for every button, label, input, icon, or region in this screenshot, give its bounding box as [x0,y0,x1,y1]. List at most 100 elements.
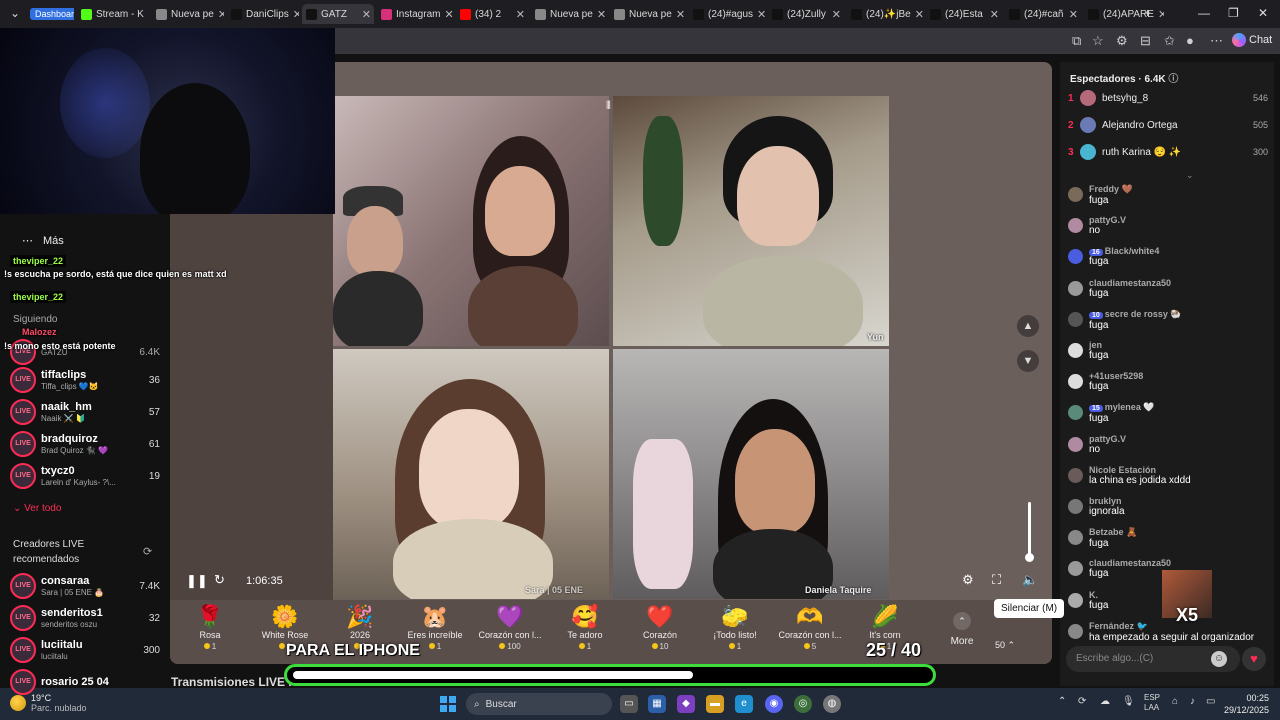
avatar[interactable] [1068,623,1083,639]
tab-menu-icon[interactable]: ⌄ [10,6,20,20]
browser-tab[interactable]: Dashboard [26,4,74,24]
heart-like-button[interactable]: ♥ [1242,647,1266,671]
gift-item[interactable]: 🥰 Te adoro 1 [549,600,621,664]
split-screen-icon[interactable]: ⊟ [1140,33,1151,49]
avatar[interactable] [1068,561,1083,577]
gift-item[interactable]: 🫶 Corazón con l... 5 [774,600,846,664]
chat-username[interactable]: jen [1089,340,1108,350]
browser-tab[interactable]: (24)#cañ ✕ [1005,4,1081,24]
sidebar-creator-row[interactable]: LIVE luciitalu luciitalu 300 [10,634,160,666]
browser-tab[interactable]: Nueva pe ✕ [531,4,607,24]
avatar[interactable] [1068,311,1083,327]
close-tab-icon[interactable]: ✕ [597,8,607,21]
volume-icon[interactable]: 🔈 [1022,572,1038,588]
battery-icon[interactable]: ▭ [1206,696,1215,707]
browser-tab[interactable]: (24)✨jBe ✕ [847,4,923,24]
refresh-icon[interactable]: ⟳ [143,545,152,558]
close-tab-icon[interactable]: ✕ [218,8,224,21]
close-window-icon[interactable]: ✕ [1258,6,1268,20]
open-external-icon[interactable]: ⧉ [1072,33,1081,49]
close-tab-icon[interactable]: ✕ [676,8,686,21]
minimize-icon[interactable]: — [1198,6,1210,20]
more-menu-item[interactable]: ⋯ Más [22,234,64,248]
browser-tab[interactable]: Stream - K ✕ [77,4,149,24]
gift-item[interactable]: 🧽 ¡Todo listo! 1 [699,600,771,664]
file-explorer-icon[interactable]: ▬ [706,695,724,713]
tray-chevron-icon[interactable]: ⌃ [1058,696,1066,707]
sidebar-creator-row[interactable]: LIVE consaraa Sara | 05 ENE 🎂 7.4K [10,570,160,602]
chat-username[interactable]: claudiamestanza50 [1089,278,1171,288]
avatar[interactable] [1068,499,1083,514]
discord-icon[interactable]: ◉ [765,695,783,713]
avatar[interactable] [1068,436,1083,452]
collapse-chevron-icon[interactable]: ⌄ [1186,170,1194,181]
see-all-link[interactable]: ⌄ Ver todo [13,503,61,514]
emoji-icon[interactable]: ☺ [1211,651,1227,667]
taskbar-search[interactable]: ⌕ Buscar [466,693,612,715]
gift-item[interactable]: ❤️ Corazón 10 [624,600,696,664]
restore-icon[interactable]: ❐ [1228,6,1239,20]
top-viewer-row[interactable]: 2 Alejandro Ortega 505 [1068,115,1268,135]
favorites-icon[interactable]: ✩ [1164,33,1175,49]
chat-username[interactable]: 15 mylenea 🤍 [1089,402,1155,413]
browser-tab[interactable]: Nueva pe ✕ [610,4,686,24]
system-clock[interactable]: 00:25 29/12/2025 [1224,692,1269,716]
browser-tab[interactable]: (24)#agus ✕ [689,4,765,24]
sidebar-creator-row[interactable]: LIVE txycz0 Lareln d' Kaylus- ?\... 19 [10,460,160,492]
more-options-icon[interactable]: ⋯ [1210,33,1223,49]
chat-username[interactable]: K. [1089,590,1108,600]
network-icon[interactable]: ⌂ [1172,696,1178,707]
speaker-icon[interactable]: ♪ [1190,696,1195,707]
more-gifts-button[interactable]: ⌃ More [940,600,984,664]
edge-browser-icon[interactable]: e [735,695,753,713]
volume-slider[interactable] [1028,502,1031,558]
avatar[interactable] [1068,249,1083,265]
chat-username[interactable]: +41user5298 [1089,371,1143,381]
chat-username[interactable]: Betzabe 🧸 [1089,527,1137,538]
chat-username[interactable]: bruklyn [1089,496,1125,506]
sidebar-creator-row[interactable]: LIVE naaik_hm Naaik ⚔️ 🔰 57 [10,396,160,428]
store-icon[interactable]: ▦ [648,695,666,713]
settings-gear-icon[interactable]: ⚙ [962,572,974,588]
chat-username[interactable]: Fernández 🐦 [1089,621,1254,632]
browser-tab[interactable]: GATZ ✕ [302,4,374,24]
browser-tab[interactable]: (34) 2 ✕ [456,4,528,24]
close-tab-icon[interactable]: ✕ [832,8,844,21]
browser-tab[interactable]: (24)Esta ✕ [926,4,1002,24]
chat-username[interactable]: pattyG.V [1089,215,1126,225]
next-stream-button[interactable]: ▼ [1017,350,1039,372]
avatar[interactable] [1068,343,1083,358]
chat-username[interactable]: Nicole Estación [1089,465,1191,475]
avatar[interactable] [1068,405,1083,421]
close-tab-icon[interactable]: ✕ [915,8,923,21]
tray-app-icon[interactable]: ⟳ [1078,696,1086,707]
chat-username[interactable]: 10 secre de rossy 🐏 [1089,309,1182,320]
copilot-app-icon[interactable]: ◆ [677,695,695,713]
browser-tab[interactable]: (24)Zully ✕ [768,4,844,24]
browser-tab[interactable]: Instagram ✕ [377,4,453,24]
top-viewer-row[interactable]: 3 ruth Karina 😌 ✨ 300 [1068,142,1268,162]
obs-icon[interactable]: ◍ [823,695,841,713]
language-indicator[interactable]: ESP LAA [1144,693,1160,713]
close-tab-icon[interactable]: ✕ [1158,8,1164,21]
app-icon[interactable]: ◎ [794,695,812,713]
close-tab-icon[interactable]: ✕ [362,8,374,21]
extensions-icon[interactable]: ⚙ [1116,33,1128,49]
refresh-stream-button[interactable]: ↻ [214,572,225,588]
avatar[interactable] [1068,374,1083,390]
close-tab-icon[interactable]: ✕ [444,8,453,21]
avatar[interactable] [1068,530,1083,546]
close-tab-icon[interactable]: ✕ [757,8,765,21]
close-tab-icon[interactable]: ✕ [1069,8,1081,21]
fullscreen-icon[interactable]: ⛶ [992,572,1001,588]
browser-tab[interactable]: Nueva pe ✕ [152,4,224,24]
sidebar-creator-row[interactable]: LIVE rosario 25 04 [10,666,160,698]
coin-balance[interactable]: 50 ⌃ [995,640,1015,651]
profile-avatar[interactable]: ● [1186,33,1194,48]
close-tab-icon[interactable]: ✕ [293,8,299,21]
gift-item[interactable]: 💜 Corazón con l... 100 [474,600,546,664]
chat-username[interactable]: pattyG.V [1089,434,1126,444]
avatar[interactable] [1068,592,1083,608]
sidebar-creator-row[interactable]: LIVE tiffaclips Tiffa_clips 💙🐱 36 [10,364,160,396]
favorite-star-icon[interactable]: ☆ [1092,33,1104,49]
